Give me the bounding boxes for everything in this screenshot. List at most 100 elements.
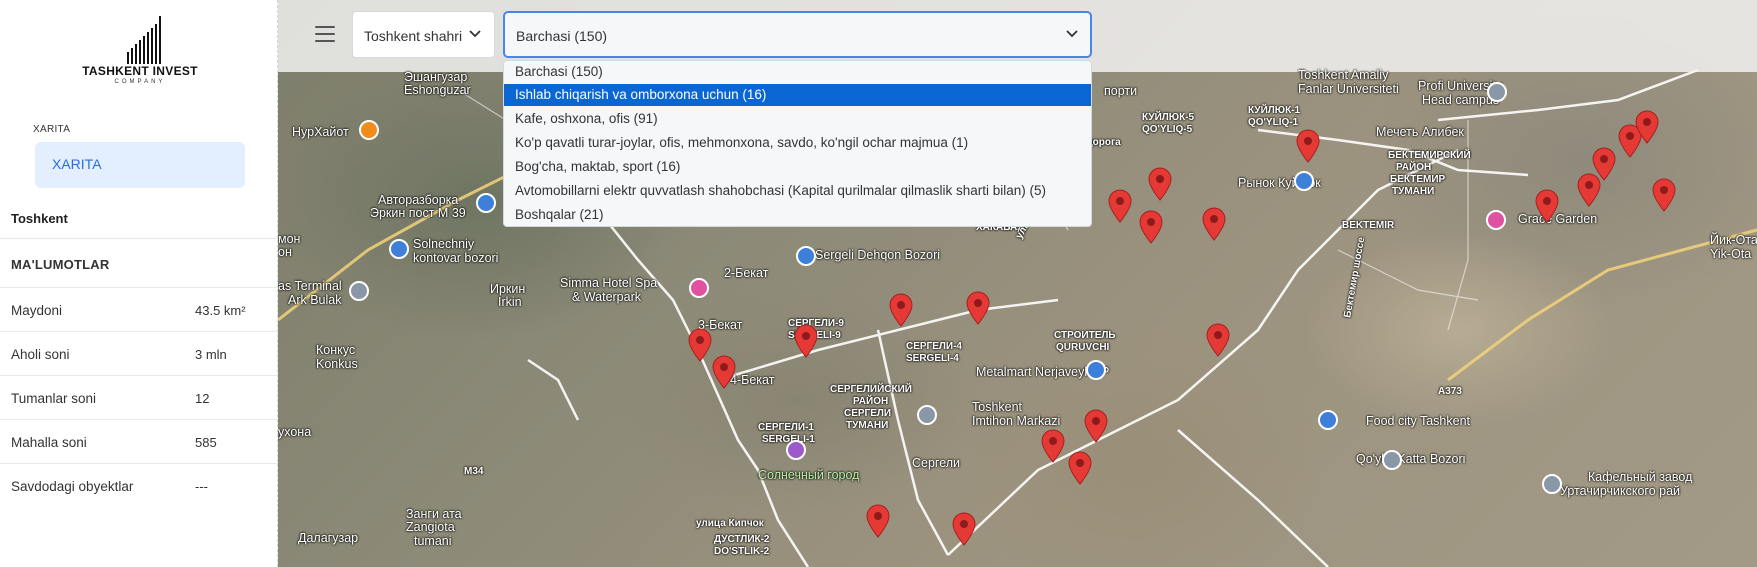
- location-pin-icon[interactable]: [794, 324, 818, 358]
- map-label: Занги ата: [406, 507, 462, 521]
- dropdown-option-selected[interactable]: Ishlab chiqarish va omborxona uchun (16): [504, 84, 1091, 106]
- map-label: Solnechniy: [413, 237, 475, 251]
- map-label: 2-Бекат: [724, 266, 769, 280]
- info-value: ---: [195, 479, 208, 494]
- location-pin-icon[interactable]: [889, 293, 913, 327]
- category-dropdown-list: Barchasi (150) Ishlab chiqarish va ombor…: [503, 60, 1092, 227]
- map-label: 4-Бекат: [730, 373, 775, 387]
- location-pin-icon[interactable]: [1108, 189, 1132, 223]
- map-label: порти: [1104, 84, 1138, 98]
- map-label: tumani: [414, 534, 452, 548]
- info-row-mahalla: Mahalla soni 585: [0, 420, 278, 464]
- map-label: SERGELI-4: [906, 353, 959, 364]
- map-label: QURUVCHI: [1056, 342, 1110, 353]
- category-select[interactable]: Barchasi (150): [503, 11, 1092, 58]
- map-label: Кафельный завод: [1588, 470, 1693, 484]
- info-row-population: Aholi soni 3 mln: [0, 332, 278, 376]
- map-label: Toshkent Amaliy: [1298, 68, 1389, 82]
- shopping-poi-icon[interactable]: [796, 246, 816, 266]
- location-pin-icon[interactable]: [1635, 110, 1659, 144]
- location-pin-icon[interactable]: [966, 291, 990, 325]
- map-label: Йик-Ота: [1710, 233, 1757, 247]
- map-label: Toshkent: [972, 400, 1023, 414]
- info-row-districts: Tumanlar soni 12: [0, 376, 278, 420]
- map-label: Мечеть Алибек: [1376, 125, 1464, 139]
- dropdown-option[interactable]: Barchasi (150): [504, 61, 1091, 83]
- location-pin-icon[interactable]: [1041, 429, 1065, 463]
- map-label: Konkus: [316, 357, 358, 371]
- map-label: Food city Tashkent: [1366, 414, 1470, 428]
- hotel-poi-icon[interactable]: [1486, 210, 1506, 230]
- map-label: QO'YLIQ-1: [1248, 117, 1299, 128]
- location-pin-icon[interactable]: [866, 504, 890, 538]
- map-label: БЕКТЕМИРСКИЙ: [1388, 150, 1471, 161]
- info-row-objects: Savdodagi obyektlar ---: [0, 464, 278, 508]
- location-pin-icon[interactable]: [1206, 323, 1230, 357]
- map-label: Эшангузар: [404, 70, 468, 84]
- app-root: TASHKENT INVEST COMPANY XARITA XARITA To…: [0, 0, 1757, 567]
- map-label: СЕРГЕЛИ-1: [758, 422, 814, 433]
- map-section-label: XARITA: [33, 124, 71, 135]
- place-poi-icon[interactable]: [1542, 474, 1562, 494]
- shopping-poi-icon[interactable]: [389, 239, 409, 259]
- map-label: СЕРГЕЛИ-4: [906, 341, 962, 352]
- university-poi-icon[interactable]: [1487, 82, 1507, 102]
- location-pin-icon[interactable]: [1652, 178, 1676, 212]
- shopping-poi-icon[interactable]: [1294, 171, 1314, 191]
- place-poi-icon[interactable]: [349, 281, 369, 301]
- dropdown-option[interactable]: Ko'p qavatli turar-joylar, ofis, mehmonx…: [504, 132, 1091, 154]
- map-label: Иркин: [490, 282, 526, 296]
- hamburger-icon: [315, 40, 335, 42]
- map-label: ТУМАНИ: [846, 420, 889, 431]
- map-label: СЕРГЕЛИ: [844, 408, 892, 419]
- menu-toggle-button[interactable]: [315, 26, 335, 42]
- map-label: Simma Hotel Spa: [560, 276, 658, 290]
- location-pin-icon[interactable]: [1296, 129, 1320, 163]
- info-label: Tumanlar soni: [11, 391, 97, 406]
- map-label: РАЙОН: [1396, 162, 1432, 173]
- map-label: он: [278, 245, 292, 259]
- map-label: & Waterpark: [572, 290, 642, 304]
- map-label: Yik-Ota: [1710, 247, 1752, 261]
- map-label: ухона: [278, 425, 312, 439]
- map-label: улица Кипчок: [696, 518, 764, 529]
- info-title: MA'LUMOTLAR: [11, 257, 110, 272]
- place-poi-icon[interactable]: [1382, 450, 1402, 470]
- location-pin-icon[interactable]: [688, 328, 712, 362]
- hamburger-icon: [315, 26, 335, 28]
- attraction-poi-icon[interactable]: [786, 440, 806, 460]
- region-select[interactable]: Toshkent shahri: [352, 11, 495, 58]
- restaurant-poi-icon[interactable]: [359, 120, 379, 140]
- dropdown-option[interactable]: Boshqalar (21): [504, 204, 1091, 226]
- map-label: Уртачирчикского рай: [1560, 484, 1681, 498]
- map-label: Eshonguzar: [404, 83, 471, 97]
- info-value: 43.5 km²: [195, 303, 246, 318]
- map-label: мон: [278, 232, 301, 246]
- location-pin-icon[interactable]: [1068, 451, 1092, 485]
- dropdown-option[interactable]: Bog'cha, maktab, sport (16): [504, 156, 1091, 178]
- shopping-poi-icon[interactable]: [1318, 410, 1338, 430]
- shopping-poi-icon[interactable]: [476, 193, 496, 213]
- location-pin-icon[interactable]: [712, 355, 736, 389]
- map-nav-button[interactable]: XARITA: [35, 142, 245, 188]
- location-pin-icon[interactable]: [1202, 207, 1226, 241]
- shopping-poi-icon[interactable]: [1086, 360, 1106, 380]
- location-pin-icon[interactable]: [1592, 147, 1616, 181]
- dropdown-option[interactable]: Kafe, oshxona, ofis (91): [504, 108, 1091, 130]
- location-pin-icon[interactable]: [952, 512, 976, 546]
- dropdown-option[interactable]: Avtomobillarni elektr quvvatlash shahobc…: [504, 180, 1091, 202]
- hamburger-icon: [315, 33, 335, 35]
- location-pin-icon[interactable]: [1139, 210, 1163, 244]
- logo-bars-icon: [127, 16, 161, 64]
- map-label: КУЙЛЮК-1: [1248, 105, 1301, 116]
- map-label: BEKTEMIR: [1342, 220, 1395, 231]
- map-label: Irkin: [498, 295, 522, 309]
- location-pin-icon[interactable]: [1148, 167, 1172, 201]
- location-pin-icon[interactable]: [1535, 189, 1559, 223]
- location-pin-icon[interactable]: [1084, 409, 1108, 443]
- sidebar: TASHKENT INVEST COMPANY XARITA XARITA To…: [0, 0, 278, 567]
- place-poi-icon[interactable]: [917, 405, 937, 425]
- hotel-poi-icon[interactable]: [689, 278, 709, 298]
- company-logo[interactable]: TASHKENT INVEST COMPANY: [70, 14, 210, 88]
- info-label: Aholi soni: [11, 347, 70, 362]
